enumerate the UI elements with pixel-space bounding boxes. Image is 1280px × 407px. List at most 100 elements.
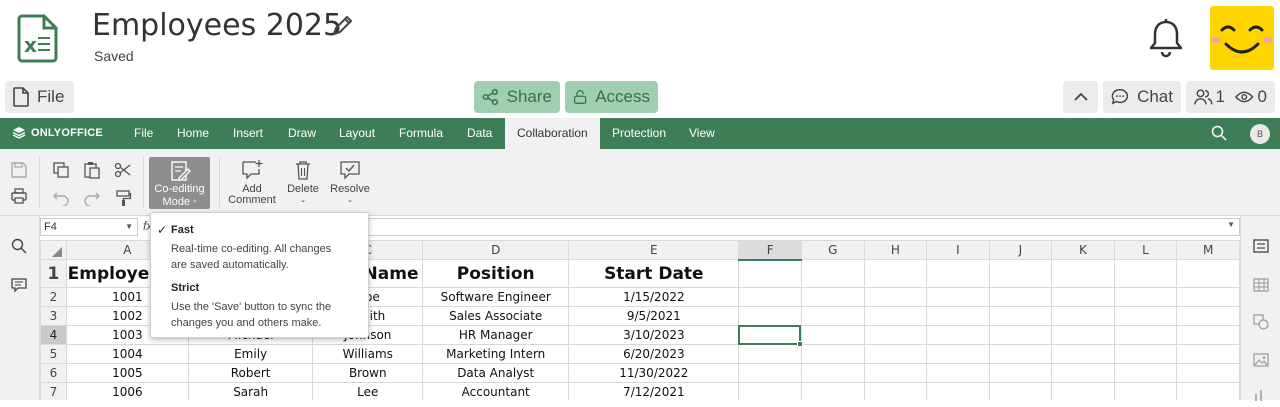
- table-cell[interactable]: [1051, 259, 1115, 288]
- table-cell[interactable]: 1004: [65, 344, 189, 364]
- undo-icon[interactable]: [50, 187, 72, 209]
- rename-pencil-icon[interactable]: [330, 14, 354, 38]
- table-cell[interactable]: [738, 306, 802, 326]
- column-header[interactable]: L: [1113, 240, 1178, 260]
- table-cell[interactable]: [1051, 325, 1115, 345]
- tab-view[interactable]: View: [677, 118, 727, 149]
- table-cell[interactable]: [1113, 259, 1178, 288]
- table-cell[interactable]: [1113, 287, 1178, 307]
- cell-settings-icon[interactable]: [1253, 239, 1269, 258]
- table-cell[interactable]: [1176, 325, 1240, 345]
- select-all-corner[interactable]: [40, 240, 67, 260]
- cut-icon[interactable]: [112, 159, 134, 181]
- table-cell[interactable]: [988, 382, 1053, 400]
- expand-formula-icon[interactable]: ▼: [1227, 220, 1235, 229]
- column-header[interactable]: F: [738, 240, 802, 261]
- co-editing-option-fast[interactable]: Fast Real-time co-editing. All changes a…: [171, 224, 331, 273]
- table-cell[interactable]: [1051, 306, 1115, 326]
- table-cell[interactable]: [1113, 382, 1178, 400]
- table-cell[interactable]: [926, 287, 990, 307]
- co-editing-option-strict[interactable]: Strict Use the 'Save' button to sync the…: [171, 282, 331, 331]
- print-icon[interactable]: [8, 185, 30, 207]
- tab-file[interactable]: File: [122, 118, 165, 149]
- comments-icon[interactable]: [11, 277, 27, 298]
- table-cell[interactable]: [863, 344, 928, 364]
- notifications-bell-icon[interactable]: [1146, 16, 1186, 60]
- column-header[interactable]: M: [1176, 240, 1240, 260]
- table-cell[interactable]: [1176, 363, 1240, 383]
- tab-home[interactable]: Home: [165, 118, 221, 149]
- table-cell[interactable]: [738, 259, 802, 288]
- table-cell[interactable]: [988, 259, 1053, 288]
- row-header[interactable]: 5: [40, 344, 67, 364]
- table-cell[interactable]: [1113, 344, 1178, 364]
- table-cell[interactable]: 7/12/2021: [568, 382, 740, 400]
- table-cell[interactable]: [1051, 382, 1115, 400]
- format-painter-icon[interactable]: [112, 187, 134, 209]
- table-cell[interactable]: [1176, 344, 1240, 364]
- tab-formula[interactable]: Formula: [387, 118, 455, 149]
- table-cell[interactable]: [988, 344, 1053, 364]
- column-header[interactable]: D: [422, 240, 570, 260]
- table-cell[interactable]: [988, 306, 1053, 326]
- table-cell[interactable]: [926, 306, 990, 326]
- table-cell[interactable]: [863, 287, 928, 307]
- user-avatar[interactable]: [1210, 6, 1274, 70]
- table-cell[interactable]: Position: [422, 259, 570, 288]
- resolve-comment-button[interactable]: Resolve ⌄: [328, 159, 372, 206]
- table-cell[interactable]: Accountant: [422, 382, 570, 400]
- column-header[interactable]: E: [568, 240, 740, 260]
- table-cell[interactable]: 1006: [65, 382, 189, 400]
- column-header[interactable]: G: [800, 240, 865, 260]
- chart-settings-icon[interactable]: [1253, 388, 1269, 407]
- row-header[interactable]: 6: [40, 363, 67, 383]
- table-cell[interactable]: 6/20/2023: [568, 344, 740, 364]
- table-cell[interactable]: Brown: [312, 363, 424, 383]
- table-cell[interactable]: 1/15/2022: [568, 287, 740, 307]
- table-cell[interactable]: Robert: [187, 363, 314, 383]
- search-icon[interactable]: [11, 238, 27, 259]
- collapse-button[interactable]: [1063, 81, 1098, 113]
- row-header[interactable]: 4: [40, 325, 67, 345]
- user-initial-avatar[interactable]: B: [1250, 124, 1270, 144]
- chat-button[interactable]: Chat: [1103, 81, 1181, 113]
- table-cell[interactable]: Sales Associate: [422, 306, 570, 326]
- tab-protection[interactable]: Protection: [600, 118, 678, 149]
- table-cell[interactable]: [926, 363, 990, 383]
- table-cell[interactable]: HR Manager: [422, 325, 570, 345]
- tab-collaboration[interactable]: Collaboration: [505, 118, 600, 149]
- delete-comment-button[interactable]: Delete ⌄: [285, 159, 321, 206]
- table-cell[interactable]: Data Analyst: [422, 363, 570, 383]
- table-cell[interactable]: [863, 259, 928, 288]
- table-cell[interactable]: [1176, 306, 1240, 326]
- table-cell[interactable]: [1176, 382, 1240, 400]
- column-header[interactable]: J: [988, 240, 1053, 260]
- table-cell[interactable]: [863, 325, 928, 345]
- tab-layout[interactable]: Layout: [327, 118, 387, 149]
- image-settings-icon[interactable]: [1253, 353, 1269, 372]
- save-icon[interactable]: [8, 159, 30, 181]
- table-cell[interactable]: 11/30/2022: [568, 363, 740, 383]
- file-button[interactable]: File: [5, 81, 74, 113]
- column-header[interactable]: H: [863, 240, 928, 260]
- table-cell[interactable]: Marketing Intern: [422, 344, 570, 364]
- tab-draw[interactable]: Draw: [276, 118, 328, 149]
- search-icon[interactable]: [1211, 125, 1227, 146]
- table-cell[interactable]: [926, 344, 990, 364]
- table-cell[interactable]: [1051, 287, 1115, 307]
- table-cell[interactable]: 1005: [65, 363, 189, 383]
- collaborators-button[interactable]: 1 0: [1186, 81, 1275, 113]
- table-cell[interactable]: Start Date: [568, 259, 740, 288]
- table-cell[interactable]: [926, 325, 990, 345]
- table-cell[interactable]: [800, 259, 865, 288]
- table-cell[interactable]: [988, 363, 1053, 383]
- table-cell[interactable]: [1113, 325, 1178, 345]
- tab-data[interactable]: Data: [455, 118, 504, 149]
- row-header[interactable]: 1: [40, 259, 67, 288]
- table-cell[interactable]: [800, 287, 865, 307]
- table-cell[interactable]: [1176, 259, 1240, 288]
- redo-icon[interactable]: [81, 187, 103, 209]
- share-button[interactable]: Share: [474, 81, 560, 113]
- add-comment-button[interactable]: Add Comment: [225, 159, 279, 206]
- table-cell[interactable]: [800, 325, 865, 345]
